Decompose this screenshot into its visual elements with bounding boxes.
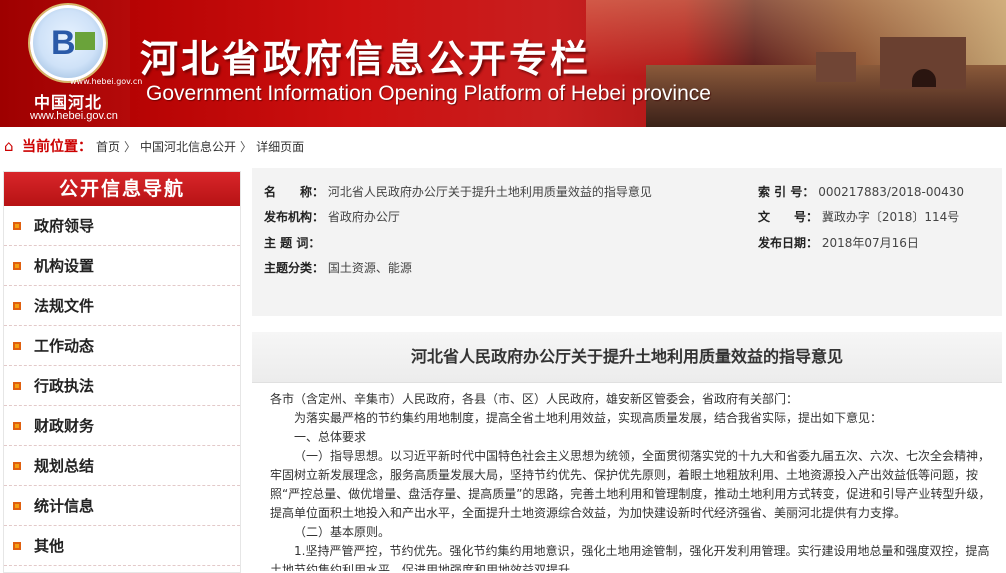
- breadcrumb-current: 详细页面: [256, 139, 305, 154]
- sidebar-item-label: 工作动态: [34, 337, 95, 355]
- sidebar-item-planning[interactable]: 规划总结: [4, 446, 240, 486]
- bullet-icon: [13, 301, 21, 310]
- article-title: 河北省人民政府办公厅关于提升土地利用质量效益的指导意见: [252, 332, 1002, 383]
- breadcrumb-info-link[interactable]: 中国河北信息公开: [140, 138, 236, 155]
- article-paragraph: （一）指导思想。以习近平新时代中国特色社会主义思想为统领，全面贯彻落实党的十九大…: [270, 449, 991, 520]
- info-docno-row: 文 号： 冀政办字〔2018〕114号: [758, 208, 959, 225]
- sidebar-item-other[interactable]: 其他: [4, 526, 240, 566]
- sidebar-nav: 公开信息导航 政府领导 机构设置 法规文件 工作动态 行政执法 财政财务 规划总…: [3, 171, 241, 573]
- sidebar-item-label: 政府领导: [34, 217, 95, 235]
- info-name-value: 河北省人民政府办公厅关于提升土地利用质量效益的指导意见: [327, 185, 652, 199]
- article-paragraph: 为落实最严格的节约集约用地制度，提高全省土地利用效益，实现高质量发展，结合我省实…: [294, 411, 883, 425]
- bullet-icon: [13, 381, 21, 390]
- logo-b-letter: B: [51, 24, 76, 62]
- breadcrumb: ⌂ 当前位置： 首页 〉 中国河北信息公开 〉 详细页面: [0, 130, 1006, 162]
- info-index-value: 000217883/2018-00430: [818, 185, 964, 199]
- sidebar-item-label: 机构设置: [34, 257, 95, 275]
- sidebar-title: 公开信息导航: [4, 172, 240, 206]
- info-issuer-value: 省政府办公厅: [327, 210, 400, 224]
- info-keywords-label: 主 题 词：: [264, 236, 321, 250]
- breadcrumb-separator: 〉: [240, 139, 253, 154]
- document-info-panel: 名 称： 河北省人民政府办公厅关于提升土地利用质量效益的指导意见 索 引 号： …: [252, 168, 1002, 316]
- bullet-icon: [13, 461, 21, 470]
- article-paragraph: 各市（含定州、辛集市）人民政府，各县（市、区）人民政府，雄安新区管委会，省政府有…: [270, 392, 799, 406]
- hebei-logo[interactable]: B www.hebei.gov.cn: [30, 5, 142, 86]
- site-title: 河北省政府信息公开专栏: [140, 36, 592, 81]
- sidebar-item-news[interactable]: 工作动态: [4, 326, 240, 366]
- home-icon: ⌂: [4, 137, 14, 155]
- sidebar-item-label: 其他: [34, 537, 65, 555]
- info-issuer-label: 发布机构：: [264, 210, 325, 224]
- logo-url[interactable]: www.hebei.gov.cn: [30, 110, 118, 122]
- sidebar-item-statistics[interactable]: 统计信息: [4, 486, 240, 526]
- info-category-row: 主题分类： 国土资源、能源: [264, 259, 412, 276]
- sidebar-item-label: 统计信息: [34, 497, 95, 515]
- wall-gate-image: [912, 69, 936, 87]
- breadcrumb-label: 当前位置：: [22, 139, 92, 155]
- info-index-label: 索 引 号：: [758, 185, 815, 199]
- site-title-english: Government Information Opening Platform …: [146, 82, 711, 105]
- article-heading: （二）基本原则。: [294, 525, 391, 539]
- info-name-label: 名 称：: [264, 185, 325, 199]
- info-name-row: 名 称： 河北省人民政府办公厅关于提升土地利用质量效益的指导意见: [264, 183, 652, 200]
- article: 河北省人民政府办公厅关于提升土地利用质量效益的指导意见 各市（含定州、辛集市）人…: [252, 332, 1002, 571]
- logo-wall-icon: [75, 32, 95, 50]
- wall-tower-small-image: [816, 52, 856, 82]
- bullet-icon: [13, 261, 21, 270]
- sidebar-item-label: 法规文件: [34, 297, 95, 315]
- sidebar-item-enforcement[interactable]: 行政执法: [4, 366, 240, 406]
- sidebar-item-leaders[interactable]: 政府领导: [4, 206, 240, 246]
- bullet-icon: [13, 221, 21, 230]
- info-docno-value: 冀政办字〔2018〕114号: [821, 210, 960, 224]
- sidebar-item-label: 规划总结: [34, 457, 95, 475]
- sidebar-item-regulations[interactable]: 法规文件: [4, 286, 240, 326]
- info-docno-label: 文 号：: [758, 210, 819, 224]
- article-heading: 一、总体要求: [294, 430, 367, 444]
- sidebar-list: 政府领导 机构设置 法规文件 工作动态 行政执法 财政财务 规划总结 统计信息 …: [4, 206, 240, 566]
- bullet-icon: [13, 341, 21, 350]
- info-keywords-row: 主 题 词：: [264, 234, 320, 251]
- sidebar-item-finance[interactable]: 财政财务: [4, 406, 240, 446]
- bullet-icon: [13, 501, 21, 510]
- info-date-label: 发布日期：: [758, 236, 819, 250]
- bullet-icon: [13, 541, 21, 550]
- info-index-row: 索 引 号： 000217883/2018-00430: [758, 183, 964, 200]
- article-paragraph: 1.坚持严管严控，节约优先。强化节约集约用地意识，强化土地用途管制，强化开发利用…: [270, 544, 990, 571]
- bullet-icon: [13, 421, 21, 430]
- logo-url-small: www.hebei.gov.cn: [70, 77, 143, 86]
- info-date-row: 发布日期： 2018年07月16日: [758, 234, 919, 251]
- info-issuer-row: 发布机构： 省政府办公厅: [264, 208, 400, 225]
- info-category-value: 国土资源、能源: [327, 261, 412, 275]
- breadcrumb-separator: 〉: [124, 139, 137, 154]
- sidebar-item-label: 行政执法: [34, 377, 95, 395]
- article-body: 各市（含定州、辛集市）人民政府，各县（市、区）人民政府，雄安新区管委会，省政府有…: [252, 383, 1002, 571]
- site-banner: B www.hebei.gov.cn 中国河北 www.hebei.gov.cn…: [0, 0, 1006, 127]
- sidebar-item-label: 财政财务: [34, 417, 95, 435]
- info-category-label: 主题分类：: [264, 261, 325, 275]
- sidebar-item-organization[interactable]: 机构设置: [4, 246, 240, 286]
- info-date-value: 2018年07月16日: [821, 236, 919, 250]
- breadcrumb-home-link[interactable]: 首页: [96, 138, 120, 155]
